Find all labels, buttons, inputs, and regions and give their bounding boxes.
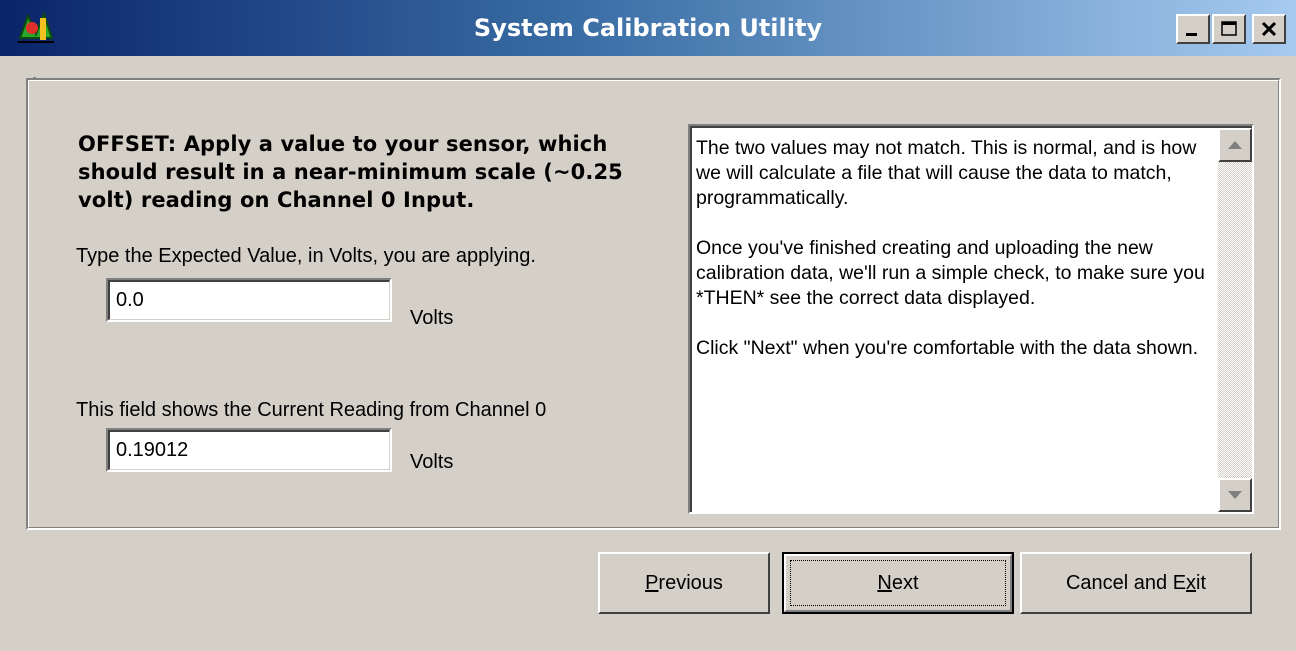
cancel-and-exit-button[interactable]: Cancel and Exit	[1020, 552, 1252, 614]
expected-value-unit: Volts	[410, 307, 454, 329]
arrow-down-icon	[1228, 491, 1242, 499]
minimize-button[interactable]	[1176, 14, 1210, 44]
info-scrollbar[interactable]	[1218, 128, 1252, 512]
current-reading-unit: Volts	[410, 451, 454, 473]
info-textbox[interactable]: The two values may not match. This is no…	[688, 124, 1254, 514]
offset-instruction-heading: OFFSET: Apply a value to your sensor, wh…	[78, 132, 623, 212]
next-button[interactable]: Next	[782, 552, 1014, 614]
close-button[interactable]	[1252, 14, 1286, 44]
window-title: System Calibration Utility	[473, 14, 823, 42]
info-paragraph-1: The two values may not match. This is no…	[696, 137, 1197, 209]
cancel-button-label: Cancel and Exit	[1065, 571, 1207, 594]
close-icon	[1261, 21, 1277, 37]
expected-value-label: Type the Expected Value, in Volts, you a…	[76, 245, 536, 267]
current-reading-label: This field shows the Current Reading fro…	[76, 399, 547, 421]
current-reading-text[interactable]: 0.19012	[108, 430, 390, 470]
maximize-icon	[1221, 21, 1237, 36]
minimize-icon	[1186, 33, 1197, 36]
previous-button[interactable]: Previous	[598, 552, 770, 614]
calibration-window: System Calibration Utility OFFSET: Apply…	[0, 0, 1296, 651]
scroll-up-button[interactable]	[1218, 128, 1252, 162]
info-text: The two values may not match. This is no…	[696, 136, 1216, 386]
previous-button-label: Previous	[645, 571, 723, 594]
next-button-label: Next	[877, 571, 919, 594]
maximize-button[interactable]	[1212, 14, 1246, 44]
info-paragraph-3: Click "Next" when you're comfortable wit…	[696, 337, 1199, 359]
arrow-up-icon	[1228, 141, 1242, 149]
expected-value-input[interactable]: 0.0	[106, 278, 392, 322]
current-reading-field[interactable]: 0.19012	[106, 428, 392, 472]
group-box-corner-mark	[33, 74, 38, 80]
expected-value-text[interactable]: 0.0	[108, 280, 390, 320]
scroll-down-button[interactable]	[1218, 478, 1252, 512]
info-paragraph-2: Once you've finished creating and upload…	[696, 237, 1205, 309]
title-bar[interactable]: System Calibration Utility	[0, 0, 1296, 56]
